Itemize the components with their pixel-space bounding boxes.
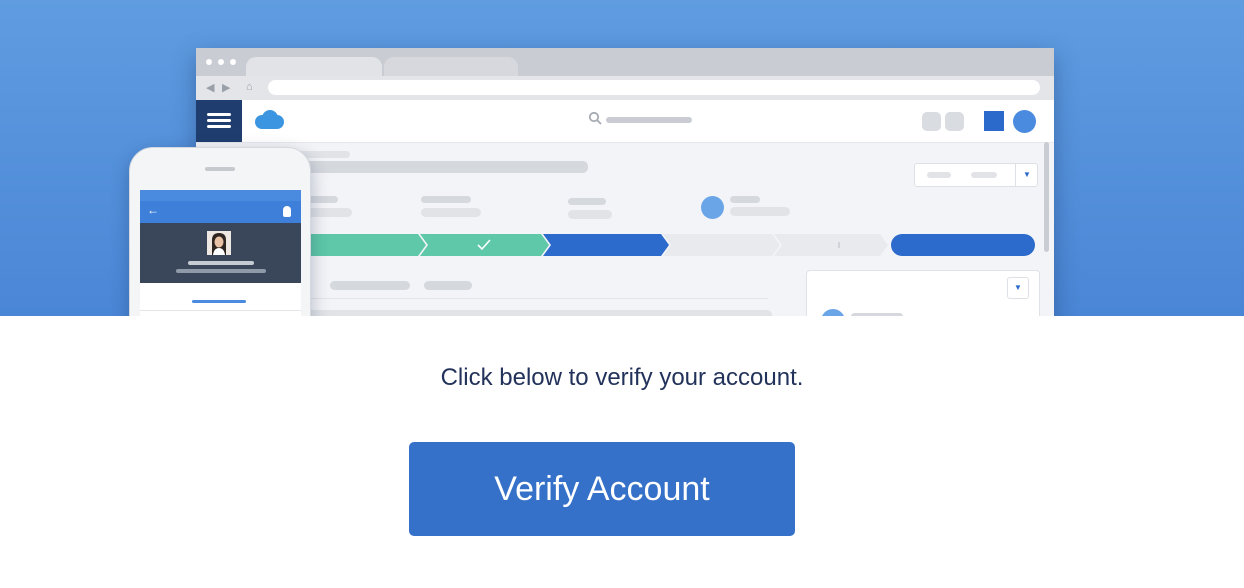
scrollbar (1044, 142, 1049, 252)
menu-icon (196, 100, 242, 142)
header-button-placeholder (945, 112, 964, 131)
path-stage-upcoming (774, 234, 888, 256)
browser-tab (246, 57, 382, 77)
salesforce-cloud-icon (255, 110, 284, 129)
side-card-mockup: ▼ (806, 270, 1040, 316)
text-placeholder (730, 196, 760, 203)
active-tab-indicator (192, 300, 246, 303)
title-placeholder (286, 161, 588, 173)
text-placeholder (421, 208, 481, 217)
window-control-dot (206, 59, 212, 65)
header-button-placeholder (922, 112, 941, 131)
divider (286, 298, 768, 299)
phone-nav-bar: ← (140, 201, 301, 223)
text-placeholder (851, 313, 903, 316)
path-stage-current (543, 234, 669, 256)
contact-avatar-icon (821, 309, 845, 316)
phone-mockup: ← (129, 147, 311, 316)
text-placeholder (971, 172, 997, 178)
action-dropdown-mockup: ▼ (914, 163, 1038, 187)
sales-path (196, 234, 1035, 256)
back-arrow-icon: ← (147, 203, 159, 217)
text-placeholder (188, 261, 254, 265)
forward-arrow-icon: ▶ (222, 82, 231, 94)
text-placeholder (286, 310, 772, 316)
search-icon (588, 111, 602, 125)
verify-account-button[interactable]: Verify Account (409, 442, 795, 536)
browser-tab (384, 57, 518, 77)
text-placeholder (730, 207, 790, 216)
phone-screen: ← (140, 190, 301, 316)
text-placeholder (927, 172, 951, 178)
back-arrow-icon: ◀ (206, 82, 215, 94)
address-bar (268, 80, 1040, 95)
path-stage-upcoming (663, 234, 780, 256)
user-avatar-icon (1013, 110, 1036, 133)
chevron-down-icon: ▼ (1015, 164, 1038, 186)
window-control-dot (218, 59, 224, 65)
home-icon: ⌂ (246, 81, 253, 93)
phone-status-bar (140, 190, 301, 201)
contact-avatar-icon (701, 196, 724, 219)
user-icon (283, 206, 291, 217)
search-placeholder-bar (606, 117, 692, 123)
app-launcher-icon (984, 111, 1004, 131)
text-placeholder (568, 210, 612, 219)
mark-stage-button (891, 234, 1035, 256)
verify-instruction-text: Click below to verify your account. (440, 364, 804, 391)
divider (140, 310, 301, 311)
chevron-down-icon: ▼ (1007, 277, 1029, 299)
phone-profile-header (140, 223, 301, 283)
text-placeholder (568, 198, 606, 205)
phone-speaker (205, 167, 235, 171)
window-control-dot (230, 59, 236, 65)
hero-banner: ◀ ▶ ⌂ ▼ ▼ ← (0, 0, 1244, 316)
text-placeholder (421, 196, 471, 203)
text-placeholder (176, 269, 266, 273)
tab-placeholder (424, 281, 472, 290)
browser-mockup: ◀ ▶ ⌂ ▼ ▼ (196, 48, 1054, 316)
tab-placeholder (330, 281, 410, 290)
app-header-mockup (196, 100, 1054, 143)
profile-photo (207, 231, 231, 255)
browser-address-row: ◀ ▶ ⌂ (196, 76, 1054, 100)
browser-tab-strip (196, 48, 1054, 77)
